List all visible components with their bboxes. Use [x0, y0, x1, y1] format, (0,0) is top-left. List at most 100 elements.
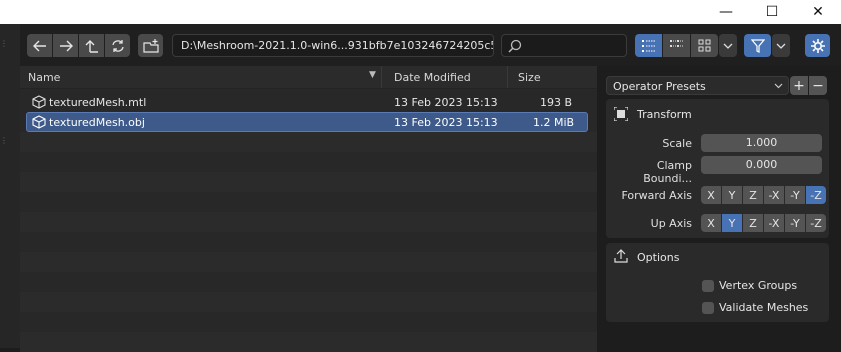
forward-axis-x[interactable]: X — [701, 186, 721, 204]
column-header-name[interactable]: Name — [28, 71, 60, 84]
options-panel-header[interactable]: Options — [606, 243, 829, 273]
transform-panel-header[interactable]: Transform — [606, 99, 829, 129]
minimize-button[interactable]: — — [703, 0, 749, 24]
options-title: Options — [637, 251, 680, 264]
up-axis-neg-x[interactable]: -X — [764, 214, 784, 232]
up-axis-x[interactable]: X — [701, 214, 721, 232]
list-stripe — [20, 212, 597, 232]
file-date: 13 Feb 2023 15:13 — [394, 96, 498, 109]
column-header-size[interactable]: Size — [518, 71, 541, 84]
left-region-strip: ⋮ ⋮ — [0, 24, 20, 348]
drag-handle-icon[interactable]: ⋮ — [0, 136, 8, 145]
remove-preset-button[interactable]: − — [809, 76, 827, 95]
file-row-selected[interactable]: texturedMesh.obj 13 Feb 2023 15:13 1.2 M… — [26, 112, 588, 132]
clamp-bounding-label: Clamp Boundi... — [643, 159, 692, 185]
new-folder-button[interactable] — [138, 34, 163, 57]
gear-icon — [810, 38, 825, 53]
mesh-cube-icon — [32, 115, 46, 129]
drag-handle-icon[interactable]: ⋮ — [0, 39, 8, 48]
filter-icon — [750, 38, 765, 53]
window-titlebar: — ☐ ✕ — [0, 0, 841, 24]
forward-axis-selector: X Y Z -X -Y -Z — [701, 186, 826, 204]
filter-settings-dropdown[interactable] — [772, 34, 790, 57]
list-stripe — [20, 292, 597, 312]
operator-presets-label: Operator Presets — [613, 80, 706, 93]
options-panel: Options Vertex Groups Validate Meshes — [606, 243, 829, 322]
up-axis-z[interactable]: Z — [743, 214, 763, 232]
up-axis-neg-z[interactable]: -Z — [806, 214, 826, 232]
chevron-down-icon — [774, 83, 783, 89]
forward-button[interactable] — [53, 34, 78, 57]
clamp-bounding-field[interactable]: 0.000 — [701, 156, 822, 174]
transform-title: Transform — [637, 108, 692, 121]
transform-icon — [614, 107, 628, 121]
operator-side-panel: Operator Presets + − Transform Scale 1.0… — [597, 66, 841, 348]
maximize-icon: ☐ — [765, 4, 779, 20]
search-input[interactable] — [501, 34, 627, 57]
list-stripe — [20, 132, 597, 152]
list-stripe — [20, 172, 597, 192]
minus-icon: − — [812, 77, 824, 94]
transform-panel: Transform Scale 1.000 Clamp Boundi... 0.… — [606, 99, 829, 238]
parent-dir-icon — [85, 39, 98, 53]
close-icon: ✕ — [812, 4, 824, 20]
file-browser-toolbar: D:\Meshroom-2021.1.0-win6...931bfb7e1032… — [20, 24, 841, 66]
file-row[interactable]: texturedMesh.mtl 13 Feb 2023 15:13 193 B — [26, 92, 588, 112]
file-list: Name ▼ Date Modified Size texturedMesh.m… — [20, 66, 597, 352]
refresh-button[interactable] — [105, 34, 130, 57]
column-header-date[interactable]: Date Modified — [394, 71, 471, 84]
back-button[interactable] — [27, 34, 52, 57]
chevron-down-icon — [723, 43, 733, 49]
display-thumbnails-button[interactable] — [691, 34, 718, 57]
up-axis-y[interactable]: Y — [722, 214, 742, 232]
scale-field[interactable]: 1.000 — [701, 134, 822, 152]
forward-axis-neg-y[interactable]: -Y — [785, 186, 805, 204]
parent-directory-button[interactable] — [79, 34, 104, 57]
maximize-button[interactable]: ☐ — [749, 0, 795, 24]
vertical-list-icon — [641, 39, 656, 52]
refresh-icon — [111, 39, 124, 52]
plus-icon: + — [793, 77, 805, 94]
vertex-groups-checkbox[interactable] — [702, 280, 714, 292]
filter-toggle-button[interactable] — [744, 34, 771, 57]
display-horizontal-list-button[interactable] — [663, 34, 690, 57]
file-name: texturedMesh.obj — [49, 116, 145, 129]
file-date: 13 Feb 2023 15:13 — [394, 116, 498, 129]
add-preset-button[interactable]: + — [790, 76, 808, 95]
settings-button[interactable] — [805, 34, 830, 57]
display-settings-dropdown[interactable] — [719, 34, 737, 57]
close-button[interactable]: ✕ — [795, 0, 841, 24]
chevron-down-icon — [776, 43, 786, 49]
list-stripe — [20, 252, 597, 272]
back-icon — [32, 40, 46, 51]
file-size: 1.2 MiB — [533, 116, 575, 129]
minimize-icon: — — [719, 4, 733, 20]
file-name: texturedMesh.mtl — [49, 96, 147, 109]
sort-descending-icon[interactable]: ▼ — [369, 70, 376, 80]
forward-axis-y[interactable]: Y — [722, 186, 742, 204]
operator-presets-dropdown[interactable]: Operator Presets — [606, 76, 789, 95]
file-list-header: Name ▼ Date Modified Size — [20, 66, 597, 89]
export-icon — [614, 249, 628, 263]
vertex-groups-label: Vertex Groups — [719, 279, 798, 292]
forward-axis-neg-z[interactable]: -Z — [806, 186, 826, 204]
up-axis-selector: X Y Z -X -Y -Z — [701, 214, 826, 232]
list-stripe — [20, 332, 597, 352]
forward-axis-z[interactable]: Z — [743, 186, 763, 204]
column-divider — [507, 66, 508, 88]
display-vertical-list-button[interactable] — [635, 34, 662, 57]
forward-axis-label: Forward Axis — [621, 189, 692, 202]
file-size: 193 B — [540, 96, 573, 109]
search-icon — [508, 39, 522, 53]
horizontal-list-icon — [669, 39, 683, 47]
validate-meshes-checkbox[interactable] — [702, 302, 714, 314]
up-axis-neg-y[interactable]: -Y — [785, 214, 805, 232]
up-axis-label: Up Axis — [650, 217, 692, 230]
thumbnails-icon — [698, 39, 710, 51]
forward-axis-neg-x[interactable]: -X — [764, 186, 784, 204]
scale-label: Scale — [662, 137, 692, 150]
new-folder-icon — [142, 38, 159, 53]
validate-meshes-label: Validate Meshes — [719, 301, 809, 314]
directory-path-field[interactable]: D:\Meshroom-2021.1.0-win6...931bfb7e1032… — [172, 34, 494, 57]
forward-icon — [59, 40, 73, 51]
